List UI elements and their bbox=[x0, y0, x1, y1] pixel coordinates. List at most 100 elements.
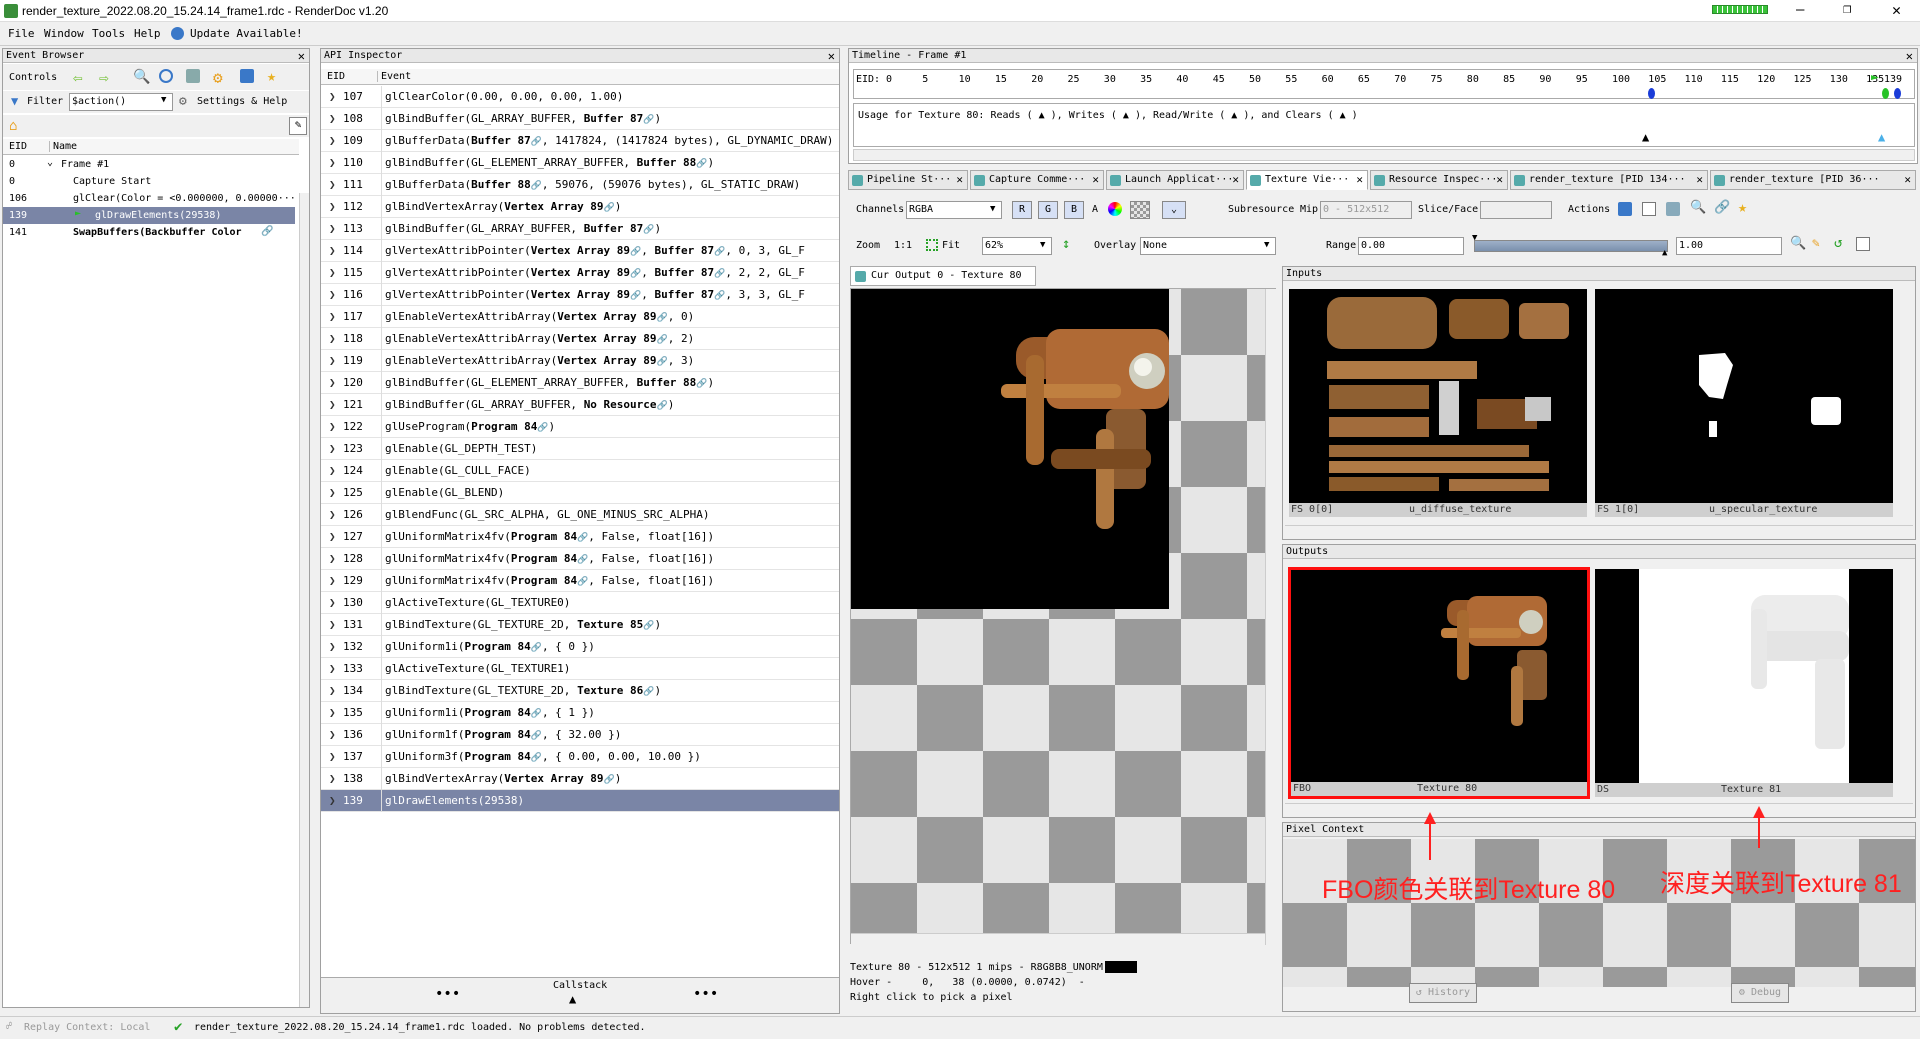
expand-chevron-icon[interactable]: ❯ bbox=[329, 350, 336, 372]
api-row-selected[interactable]: ❯ 139 glDrawElements(29538) bbox=[321, 790, 839, 812]
link-icon[interactable]: 🔗 bbox=[643, 621, 654, 631]
slice-select[interactable] bbox=[1480, 201, 1552, 219]
close-icon[interactable]: ✕ bbox=[956, 171, 963, 189]
api-row[interactable]: ❯ 117 glEnableVertexAttribArray(Vertex Arr… bbox=[321, 306, 839, 328]
chevron-down-icon[interactable]: ▼ bbox=[161, 95, 166, 105]
close-icon[interactable]: ✕ bbox=[1696, 171, 1703, 189]
close-icon[interactable]: ✕ bbox=[1092, 171, 1099, 189]
tab-render-texture-1[interactable]: render_texture [PID 134··· ✕ bbox=[1510, 170, 1708, 190]
inputs-scrollbar[interactable] bbox=[1285, 525, 1913, 537]
api-row[interactable]: ❯ 122 glUseProgram(Program 84🔗) bbox=[321, 416, 839, 438]
api-row[interactable]: ❯ 138 glBindVertexArray(Vertex Array 89🔗) bbox=[321, 768, 839, 790]
close-icon[interactable]: ✕ bbox=[1356, 171, 1363, 189]
api-row[interactable]: ❯ 120 glBindBuffer(GL_ELEMENT_ARRAY_BUFFER… bbox=[321, 372, 839, 394]
link-icon[interactable]: 🔗 bbox=[531, 731, 542, 741]
event-row[interactable]: 141 SwapBuffers(Backbuffer Color 🔗 bbox=[3, 224, 299, 241]
close-icon[interactable]: ✕ bbox=[1496, 171, 1503, 189]
expand-chevron-icon[interactable]: ❯ bbox=[329, 504, 336, 526]
star-icon[interactable]: ★ bbox=[267, 67, 276, 85]
timeline-icon[interactable] bbox=[159, 69, 173, 83]
link-icon[interactable]: 🔗 bbox=[1714, 200, 1730, 215]
more-icon[interactable]: ••• bbox=[435, 986, 460, 1002]
expand-chevron-icon[interactable]: ❯ bbox=[329, 86, 336, 108]
debug-button[interactable]: ⚙ Debug bbox=[1731, 983, 1789, 1003]
expand-chevron-icon[interactable]: ❯ bbox=[329, 702, 336, 724]
expand-chevron-icon[interactable]: ❯ bbox=[329, 174, 336, 196]
event-row-frame[interactable]: 0 ⌄ Frame #1 bbox=[3, 156, 299, 173]
api-row[interactable]: ❯ 108 glBindBuffer(GL_ARRAY_BUFFER, Buffer… bbox=[321, 108, 839, 130]
range-max-field[interactable]: 1.00 bbox=[1676, 237, 1782, 255]
api-row[interactable]: ❯ 114 glVertexAttribPointer(Vertex Array 8… bbox=[321, 240, 839, 262]
api-row[interactable]: ❯ 115 glVertexAttribPointer(Vertex Array 8… bbox=[321, 262, 839, 284]
expand-chevron-icon[interactable]: ❯ bbox=[329, 394, 336, 416]
pixel-context-view[interactable] bbox=[1283, 839, 1915, 987]
open-icon[interactable] bbox=[1666, 202, 1680, 216]
api-row[interactable]: ❯ 130 glActiveTexture(GL_TEXTURE0) bbox=[321, 592, 839, 614]
next-arrow-icon[interactable]: ⇨ bbox=[99, 68, 109, 87]
menu-window[interactable]: Window bbox=[44, 27, 84, 40]
link-icon[interactable]: 🔗 bbox=[643, 687, 654, 697]
expand-chevron-icon[interactable]: ❯ bbox=[329, 570, 336, 592]
expand-chevron-icon[interactable]: ❯ bbox=[329, 438, 336, 460]
chevron-down-icon[interactable]: ⌄ bbox=[47, 157, 53, 168]
api-row[interactable]: ❯ 121 glBindBuffer(GL_ARRAY_BUFFER, No Res… bbox=[321, 394, 839, 416]
channel-b-toggle[interactable]: B bbox=[1064, 201, 1084, 219]
link-icon[interactable]: 🔗 bbox=[657, 401, 668, 411]
edit-icon[interactable]: ✎ bbox=[289, 117, 307, 135]
mip-select[interactable]: 0 - 512x512 bbox=[1320, 201, 1412, 219]
zoom-range-icon[interactable]: 🔍 bbox=[1790, 236, 1806, 251]
expand-chevron-icon[interactable]: ❯ bbox=[329, 482, 336, 504]
checkerboard-toggle[interactable] bbox=[1130, 201, 1150, 219]
chevron-down-icon[interactable]: ▼ bbox=[1040, 240, 1045, 250]
vertical-scrollbar[interactable] bbox=[299, 193, 309, 1007]
close-icon[interactable]: ✕ bbox=[1232, 171, 1239, 189]
tab-capture-comments[interactable]: Capture Comme··· ✕ bbox=[970, 170, 1104, 190]
event-row-selected[interactable]: 139 ► glDrawElements(29538) bbox=[3, 207, 295, 224]
bookmark-icon[interactable] bbox=[186, 69, 200, 83]
link-icon[interactable]: 🔗 bbox=[261, 226, 273, 237]
link-icon[interactable]: 🔗 bbox=[577, 555, 588, 565]
expand-chevron-icon[interactable]: ❯ bbox=[329, 328, 336, 350]
settings-gear-icon[interactable]: ⚙ bbox=[213, 68, 223, 87]
close-icon[interactable]: ✕ bbox=[1906, 49, 1913, 63]
link-icon[interactable]: 🔗 bbox=[714, 247, 725, 257]
close-icon[interactable]: ✕ bbox=[298, 49, 305, 63]
menu-file[interactable]: File bbox=[8, 27, 35, 40]
link-icon[interactable]: 🔗 bbox=[643, 115, 654, 125]
chevron-down-icon[interactable]: ▼ bbox=[1264, 240, 1269, 250]
outputs-scrollbar[interactable] bbox=[1285, 803, 1913, 815]
api-row[interactable]: ❯ 124 glEnable(GL_CULL_FACE) bbox=[321, 460, 839, 482]
link-icon[interactable]: 🔗 bbox=[577, 577, 588, 587]
save-texture-icon[interactable] bbox=[1618, 202, 1632, 216]
api-row[interactable]: ❯ 119 glEnableVertexAttribArray(Vertex Arr… bbox=[321, 350, 839, 372]
api-row[interactable]: ❯ 110 glBindBuffer(GL_ELEMENT_ARRAY_BUFFER… bbox=[321, 152, 839, 174]
expand-chevron-icon[interactable]: ❯ bbox=[329, 460, 336, 482]
filter-select[interactable]: $action() bbox=[69, 93, 173, 111]
expand-chevron-icon[interactable]: ❯ bbox=[329, 196, 336, 218]
find-icon[interactable]: 🔍 bbox=[1690, 200, 1706, 215]
link-icon[interactable]: 🔗 bbox=[604, 203, 615, 213]
link-icon[interactable]: 🔗 bbox=[630, 247, 641, 257]
maximize-button[interactable]: ❐ bbox=[1843, 1, 1851, 17]
close-window-button[interactable]: ✕ bbox=[1892, 1, 1901, 19]
api-row[interactable]: ❯ 112 glBindVertexArray(Vertex Array 89🔗) bbox=[321, 196, 839, 218]
texture-image[interactable] bbox=[851, 289, 1169, 609]
output-thumb-ds[interactable]: DS Texture 81 bbox=[1595, 569, 1893, 797]
color-wheel-icon[interactable] bbox=[1108, 202, 1122, 216]
tab-pipeline-state[interactable]: Pipeline St··· ✕ bbox=[848, 170, 968, 190]
api-row[interactable]: ❯ 128 glUniformMatrix4fv(Program 84🔗, Fals… bbox=[321, 548, 839, 570]
expand-chevron-icon[interactable]: ❯ bbox=[329, 526, 336, 548]
api-row[interactable]: ❯ 132 glUniform1i(Program 84🔗, { 0 }) bbox=[321, 636, 839, 658]
expand-chevron-icon[interactable]: ❯ bbox=[329, 768, 336, 790]
timeline-scrollbar[interactable] bbox=[853, 149, 1915, 161]
range-max-handle[interactable]: ▲ bbox=[1662, 248, 1667, 258]
channel-r-toggle[interactable]: R bbox=[1012, 201, 1032, 219]
expand-chevron-icon[interactable]: ❯ bbox=[329, 284, 336, 306]
link-icon[interactable]: 🔗 bbox=[657, 357, 668, 367]
canvas-scrollbar-horizontal[interactable] bbox=[851, 933, 1265, 945]
home-icon[interactable]: ⌂ bbox=[9, 118, 17, 134]
channels-select[interactable]: RGBA bbox=[906, 201, 1002, 219]
link-icon[interactable]: 🔗 bbox=[577, 533, 588, 543]
menu-tools[interactable]: Tools bbox=[92, 27, 125, 40]
tab-launch-application[interactable]: Launch Applicat··· ✕ bbox=[1106, 170, 1244, 190]
